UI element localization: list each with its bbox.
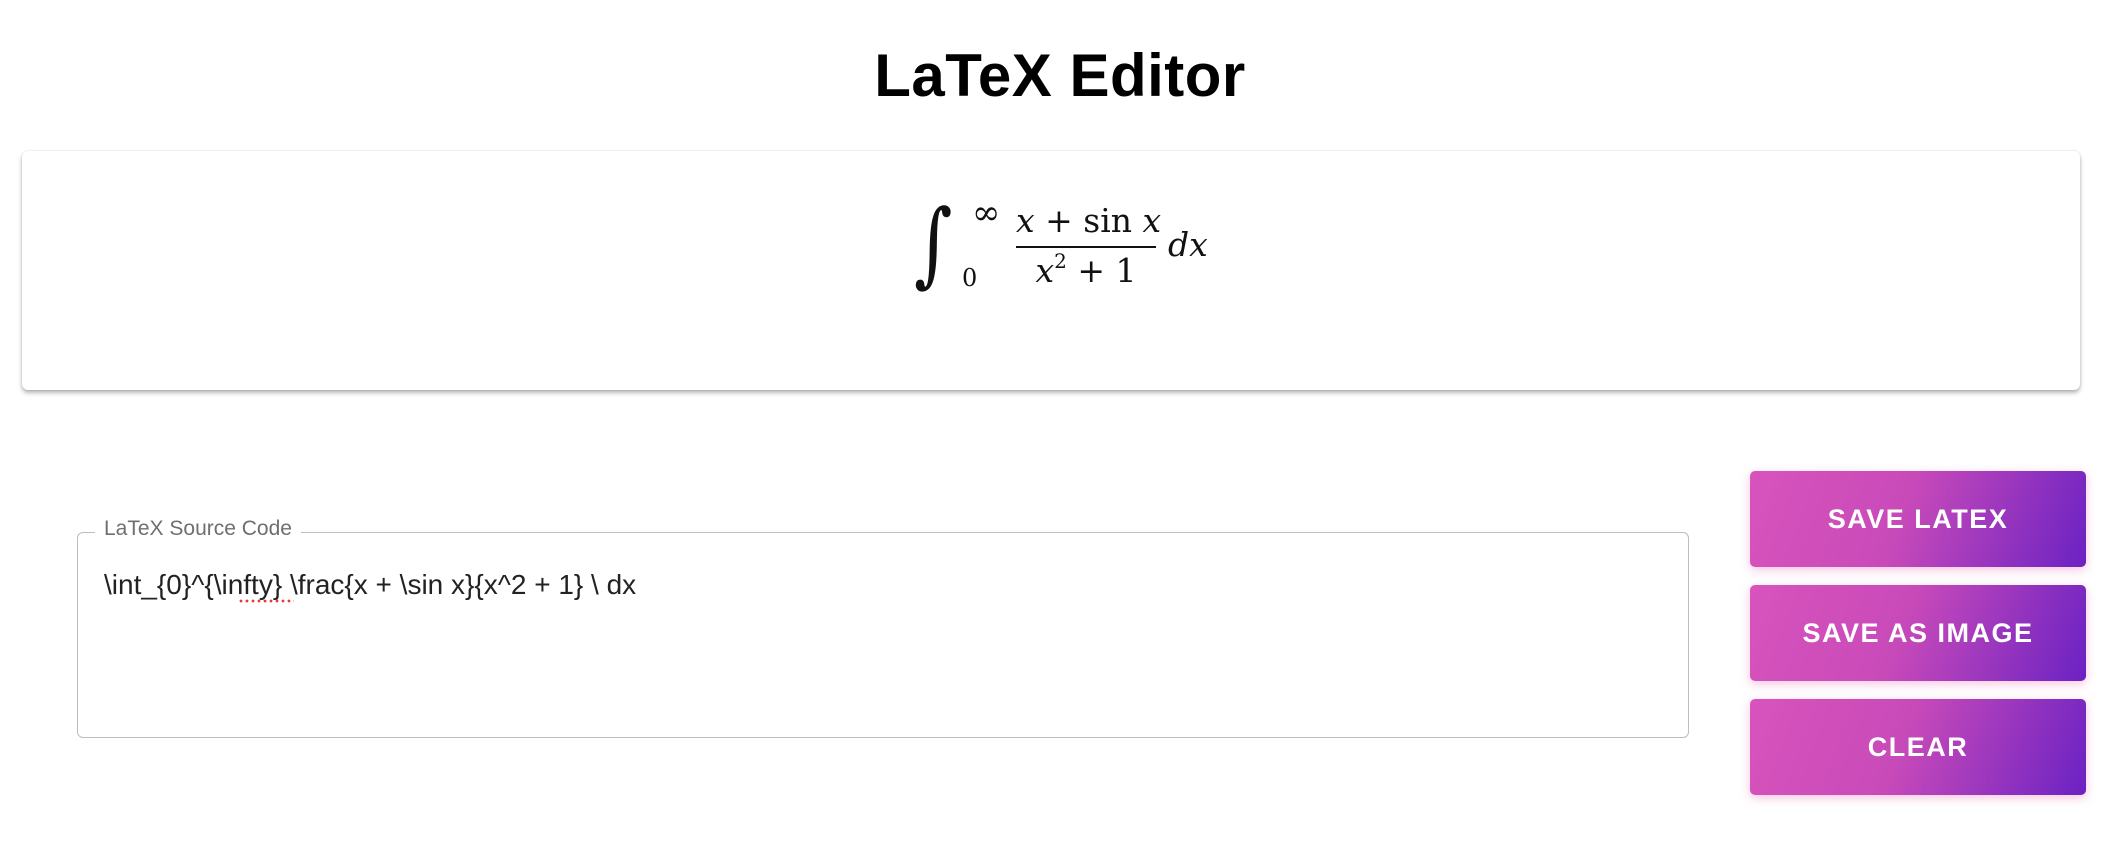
differential: dx [1168, 225, 1208, 264]
save-as-image-button[interactable]: SAVE AS IMAGE [1750, 585, 2086, 681]
integral-upper-limit: ∞ [972, 193, 1001, 233]
fraction-numerator: x + sin x [1016, 201, 1161, 241]
latex-source-input[interactable]: \int_{0}^{\infty} \frac{x + \sin x}{x^2 … [104, 566, 1664, 716]
rendered-equation: ∫ ∞ 0 x + sin x x2 + 1 dx [22, 151, 2080, 390]
fraction-bar [1016, 246, 1156, 248]
denominator-rest: + 1 [1066, 251, 1137, 290]
latex-source-label: LaTeX Source Code [95, 516, 301, 542]
rendered-preview-card: ∫ ∞ 0 x + sin x x2 + 1 dx [22, 151, 2080, 390]
denominator-variable: x [1035, 251, 1055, 290]
latex-editor-page: LaTeX Editor ∫ ∞ 0 x + sin x x2 + 1 dx L… [0, 0, 2120, 842]
numerator-sin-argument: x [1142, 201, 1162, 240]
clear-button[interactable]: CLEAR [1750, 699, 2086, 795]
integral-lower-limit: 0 [962, 264, 978, 292]
numerator-variable: x [1016, 201, 1035, 240]
integral-sign: ∫ [914, 190, 953, 297]
save-latex-button[interactable]: SAVE LATEX [1750, 471, 2086, 567]
numerator-operator: + sin [1034, 201, 1143, 240]
fraction-denominator: x2 + 1 [1016, 251, 1156, 291]
spellcheck-underline [238, 599, 294, 603]
page-title: LaTeX Editor [874, 42, 1246, 109]
denominator-exponent: 2 [1054, 249, 1067, 273]
